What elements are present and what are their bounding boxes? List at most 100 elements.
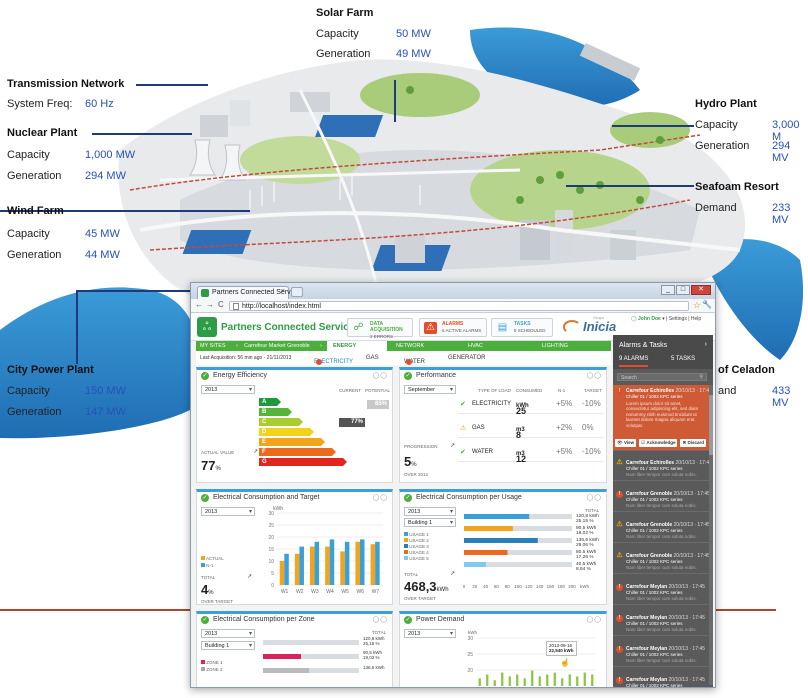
tab-tasks[interactable]: 5 TASKS bbox=[671, 356, 695, 362]
demand-bar-d12[interactable] bbox=[561, 678, 564, 686]
demand-bar-d11[interactable] bbox=[553, 672, 556, 686]
scrollbar-thumb[interactable] bbox=[709, 395, 713, 455]
bar-n-1-w5[interactable] bbox=[344, 541, 350, 585]
data-acquisition-chip[interactable]: ☍ DATA ACQUISITION 2 ERRORS bbox=[347, 318, 413, 339]
bookmark-star-icon[interactable]: ☆ bbox=[693, 300, 701, 311]
subnav-generator[interactable]: GENERATOR bbox=[448, 355, 485, 361]
search-icon: ⚲ bbox=[699, 374, 703, 380]
forward-icon[interactable]: → bbox=[206, 300, 214, 309]
year-select[interactable]: 2013 bbox=[201, 629, 255, 638]
nav-network[interactable]: NETWORK bbox=[396, 343, 424, 349]
alarms-scrollbar[interactable] bbox=[709, 385, 713, 685]
view-button[interactable]: 👁 View bbox=[615, 438, 637, 447]
window-close-button[interactable]: ✕ bbox=[691, 285, 711, 295]
bar-n-1-w1[interactable] bbox=[284, 553, 289, 585]
tab-close-icon[interactable]: × bbox=[281, 288, 285, 295]
user-name[interactable]: John Doe bbox=[638, 316, 661, 322]
nav-my-sites[interactable]: MY SITES bbox=[200, 343, 226, 349]
demand-bar-d14[interactable] bbox=[576, 676, 579, 686]
alarm-item[interactable]: ⚠ Carrefour Grenoble 20/10/13 · 17:45 Chi… bbox=[613, 519, 710, 543]
panel-controls-icon[interactable]: ◯◯ bbox=[373, 494, 388, 501]
brand-logo-icon[interactable]: ஃ bbox=[197, 317, 217, 337]
wrench-icon[interactable]: 🔧 bbox=[702, 300, 712, 309]
performance-row[interactable]: ✔ ELECTRICITY 25 kWh +5% -10% bbox=[458, 394, 603, 416]
demand-bar-d7[interactable] bbox=[523, 678, 526, 686]
alarm-item[interactable]: ! Carrefour Meylan 20/10/13 · 17:45 Chill… bbox=[613, 581, 709, 605]
back-icon[interactable]: ← bbox=[195, 300, 203, 309]
bar-n-1-w7[interactable] bbox=[375, 541, 380, 585]
usage-bar-5[interactable] bbox=[464, 562, 486, 567]
subnav-gas[interactable]: GAS bbox=[366, 355, 379, 361]
bar-actual-w4[interactable] bbox=[325, 546, 330, 585]
bar-n-1-w2[interactable] bbox=[299, 546, 304, 585]
nav-hvac[interactable]: HVAC bbox=[468, 343, 483, 349]
bar-actual-w2[interactable] bbox=[294, 553, 300, 585]
demand-bar-d1[interactable] bbox=[478, 678, 481, 686]
panel-controls-icon[interactable]: ◯◯ bbox=[587, 372, 602, 379]
nav-lighting[interactable]: LIGHTING bbox=[542, 343, 568, 349]
performance-row[interactable]: ⚠ GAS 8 m3 +2% 0% bbox=[458, 418, 603, 440]
alarm-item[interactable]: ! Carrefour Meylan 20/10/13 · 17:45 Chill… bbox=[613, 674, 709, 687]
panel-controls-icon[interactable]: ◯◯ bbox=[587, 616, 602, 623]
panel-controls-icon[interactable]: ◯◯ bbox=[373, 616, 388, 623]
usage-bar-2[interactable] bbox=[464, 526, 513, 531]
demand-bar-d4[interactable] bbox=[501, 672, 504, 686]
url-input[interactable]: http://localhost/index.html bbox=[229, 301, 689, 311]
user-links[interactable]: Settings | Help bbox=[669, 316, 701, 322]
year-select[interactable]: 2013 bbox=[201, 507, 255, 516]
usage-bar-1[interactable] bbox=[464, 514, 530, 519]
bar-n-1-w6[interactable] bbox=[359, 539, 365, 585]
alarm-item[interactable]: ! Carrefour Grenoble 20/10/13 · 17:45 Chi… bbox=[613, 488, 710, 512]
bar-actual-w5[interactable] bbox=[340, 551, 345, 585]
bar-actual-w7[interactable] bbox=[370, 544, 376, 585]
bar-actual-w3[interactable] bbox=[310, 546, 315, 585]
reload-icon[interactable]: C bbox=[218, 300, 224, 309]
alarm-item[interactable]: ⚠ Carrefour Grenoble 20/10/13 · 17:45 Chi… bbox=[613, 550, 710, 574]
demand-bar-d15[interactable] bbox=[583, 672, 586, 686]
consumed-number: 12 bbox=[516, 454, 527, 464]
month-select[interactable]: September bbox=[404, 385, 456, 394]
performance-row[interactable]: ✔ WATER 12 m3 +5% -10% bbox=[458, 442, 603, 464]
alarm-item[interactable]: ⚠ Carrefour Echirolles 20/10/13 · 17:45 C… bbox=[613, 457, 712, 481]
demand-bar-d6[interactable] bbox=[516, 674, 519, 686]
discard-button[interactable]: ✖ Discard bbox=[680, 438, 707, 447]
tasks-chip[interactable]: ▤ TASKS 5 SCHEDULED bbox=[491, 318, 553, 337]
building-select[interactable]: Building 1 bbox=[201, 641, 255, 650]
browser-tab[interactable]: Partners Connected Services × bbox=[197, 286, 303, 299]
acknowledge-button[interactable]: ☑ Acknowledge bbox=[639, 438, 678, 447]
alarms-expand-icon[interactable]: › bbox=[705, 341, 707, 348]
tab-alarms[interactable]: 9 ALARMS bbox=[619, 356, 649, 367]
year-select[interactable]: 2013 bbox=[201, 385, 255, 394]
demand-bar-d2[interactable] bbox=[486, 674, 489, 686]
nav-site[interactable]: Carrefour Market Grenoble bbox=[244, 343, 310, 349]
alarms-chip[interactable]: ⚠ ALARMS 6 ACTIVE ALARMS bbox=[419, 318, 487, 337]
panel-controls-icon[interactable]: ◯◯ bbox=[587, 494, 602, 501]
nav-energy[interactable]: ENERGY bbox=[327, 341, 387, 351]
alarm-item[interactable]: ! Carrefour Meylan 20/10/13 · 17:45 Chill… bbox=[613, 612, 709, 636]
bar-actual-w6[interactable] bbox=[355, 541, 360, 585]
year-select[interactable]: 2013 bbox=[404, 629, 456, 638]
new-tab-button[interactable] bbox=[291, 287, 303, 297]
user-menu[interactable]: ◯ John Doe ▾ | Settings | Help bbox=[631, 316, 701, 322]
bar-n-1-w3[interactable] bbox=[314, 541, 320, 585]
demand-bar-d9[interactable] bbox=[538, 676, 541, 686]
demand-bar-d16[interactable] bbox=[591, 674, 594, 686]
alarm-item[interactable]: ! Carrefour Echirolles 20/10/13 · 17:45 C… bbox=[613, 385, 712, 451]
usage-bar-4[interactable] bbox=[464, 550, 508, 555]
demand-bar-d5[interactable] bbox=[508, 676, 511, 686]
year-select[interactable]: 2013 bbox=[404, 507, 456, 516]
bar-actual-w1[interactable] bbox=[279, 561, 285, 585]
panel-controls-icon[interactable]: ◯◯ bbox=[373, 372, 388, 379]
demand-bar-d13[interactable] bbox=[568, 674, 571, 686]
building-select[interactable]: Building 1 bbox=[404, 518, 456, 527]
demand-bar-d10[interactable] bbox=[546, 674, 549, 686]
maximize-button[interactable]: □ bbox=[676, 285, 690, 295]
bar-n-1-w4[interactable] bbox=[329, 539, 335, 585]
demand-bar-d8[interactable] bbox=[531, 670, 534, 686]
energy-class-c: C bbox=[259, 418, 303, 426]
alarm-item[interactable]: ! Carrefour Meylan 20/10/13 · 17:45 Chill… bbox=[613, 643, 709, 667]
minimize-button[interactable]: _ bbox=[661, 285, 675, 295]
usage-bar-3[interactable] bbox=[464, 538, 538, 543]
demand-bar-d3[interactable] bbox=[493, 680, 496, 686]
alarms-search-input[interactable]: Search ⚲ bbox=[617, 373, 707, 381]
